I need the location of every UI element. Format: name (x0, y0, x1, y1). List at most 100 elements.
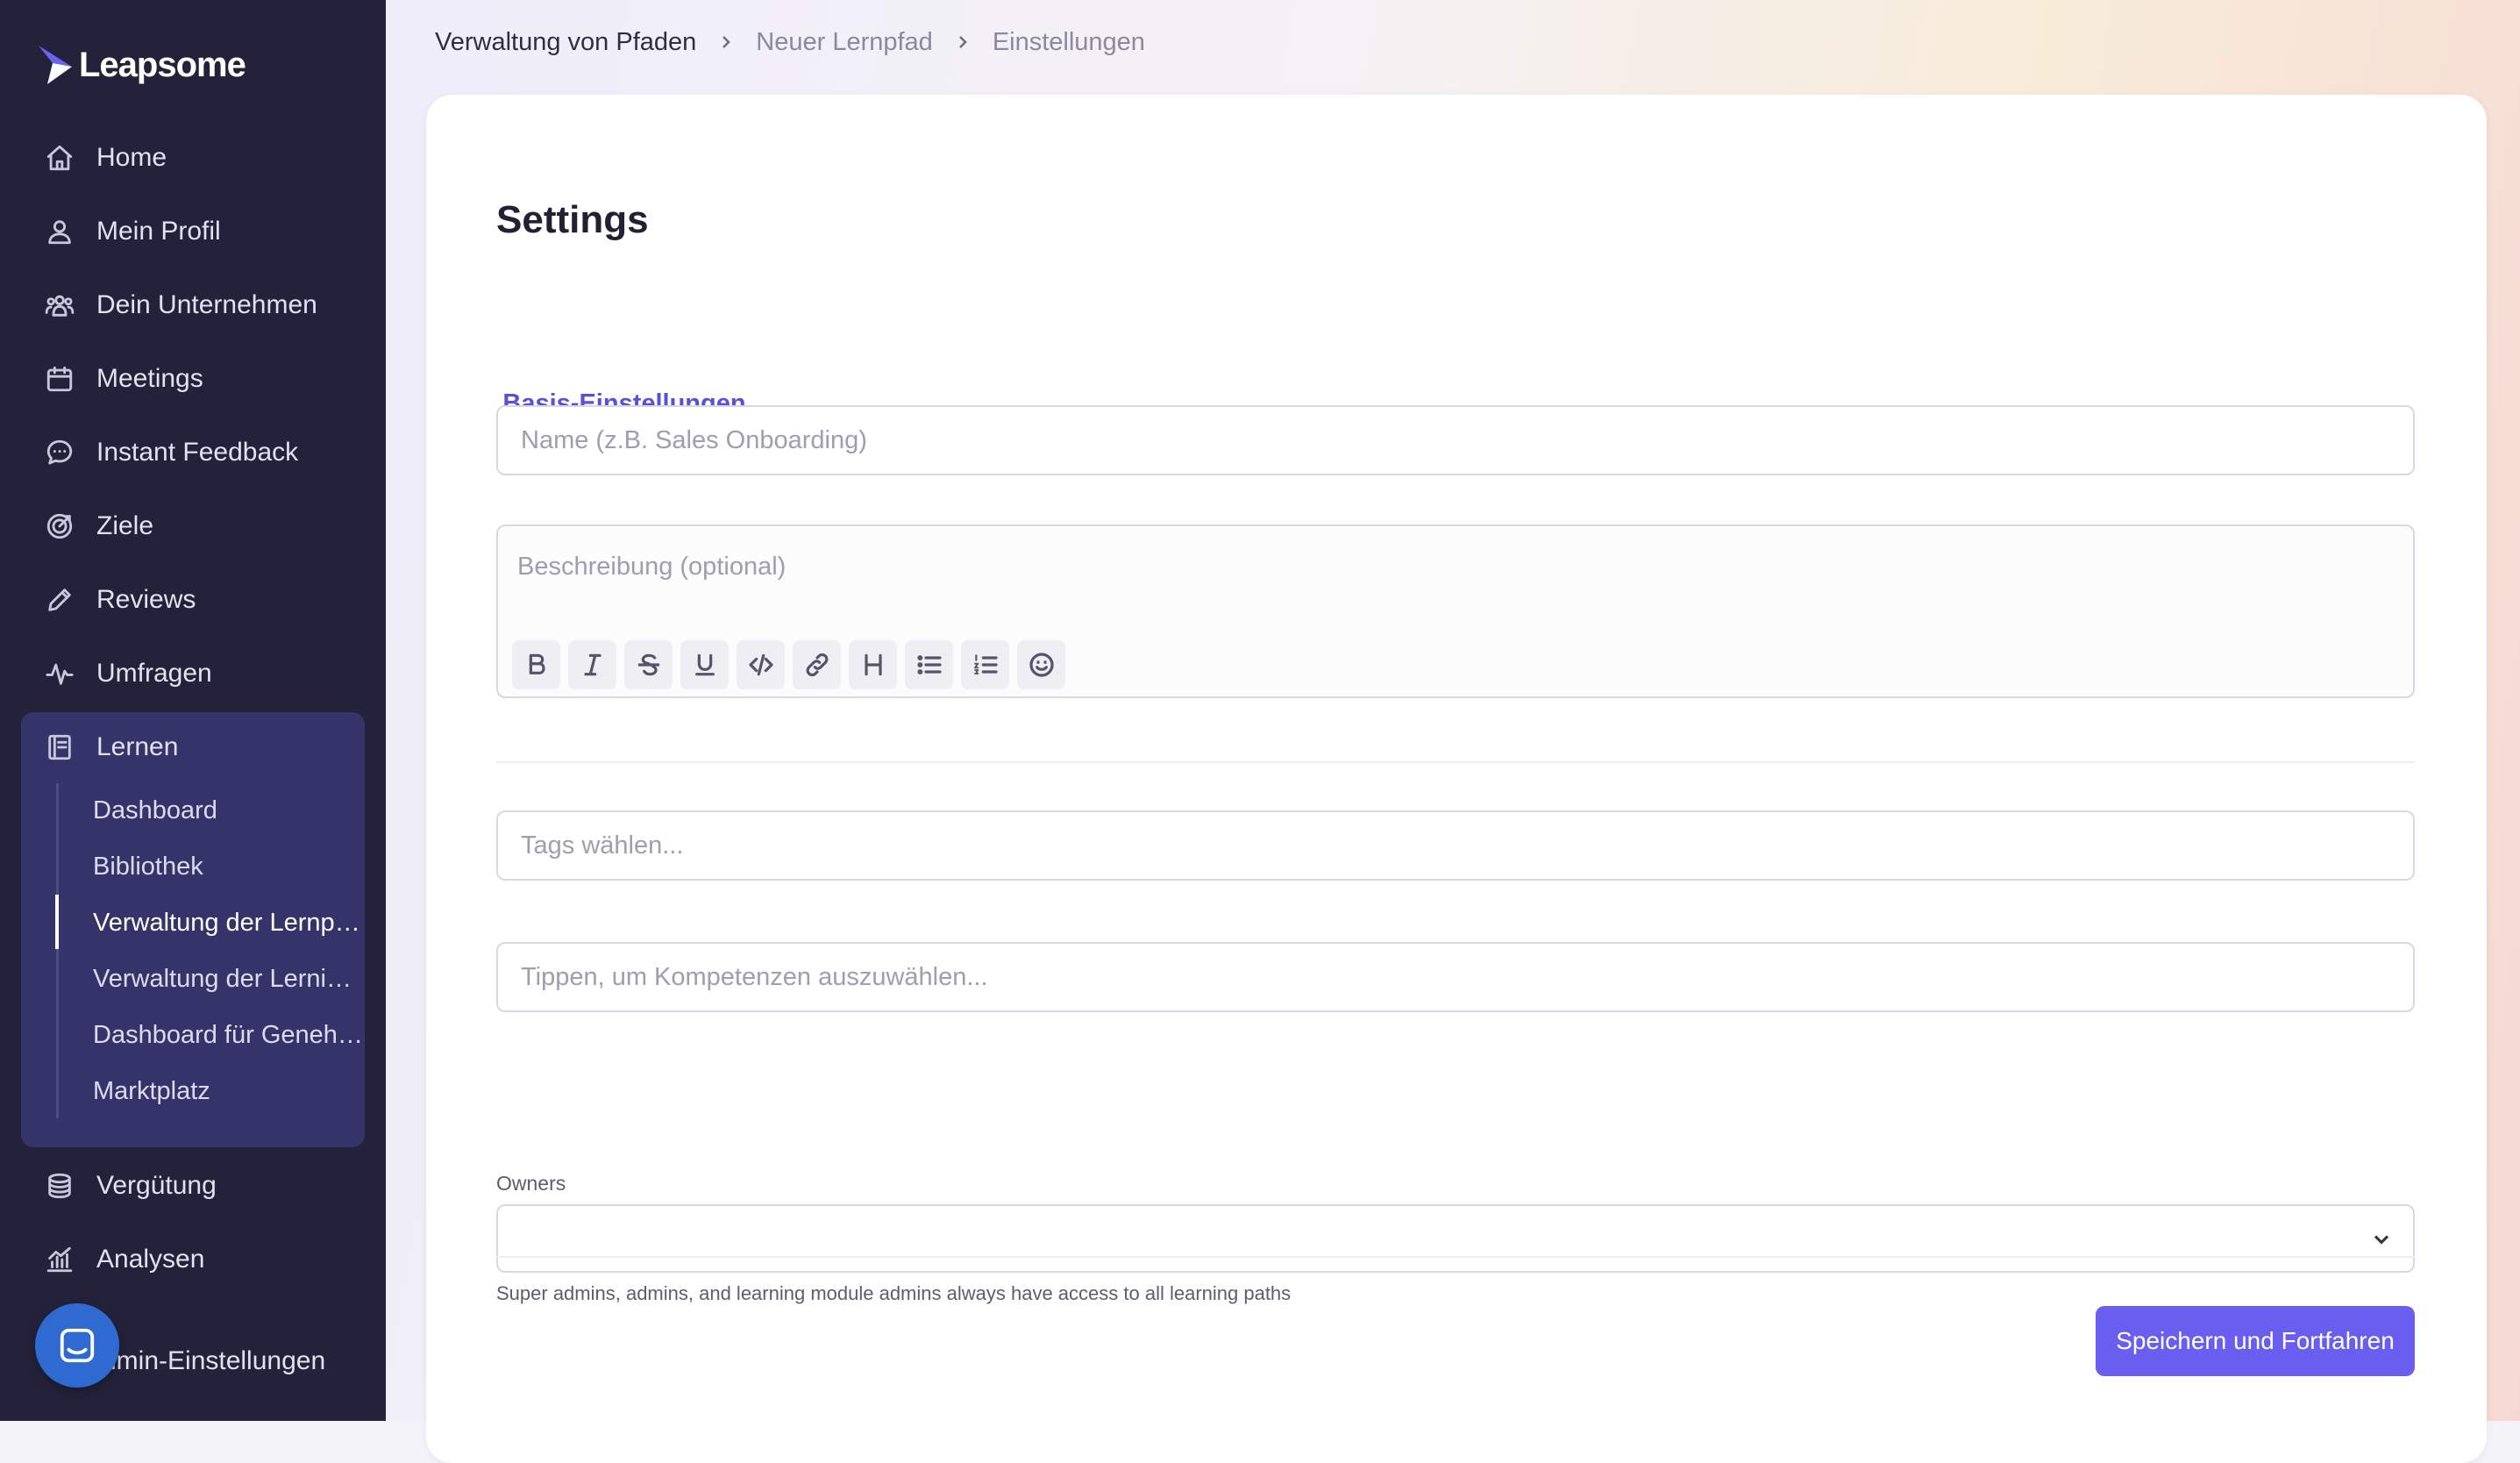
analytics-icon (44, 1244, 75, 1275)
sidebar-item-label: Meetings (96, 364, 203, 393)
heading-button[interactable] (849, 640, 897, 689)
link-button[interactable] (793, 640, 841, 689)
sidebar-subitem-label: Dashboard (93, 796, 217, 824)
sidebar-item-surveys[interactable]: Umfragen (44, 647, 212, 700)
sidebar-item-admin-settings[interactable]: dmin-Einstellungen (102, 1335, 325, 1388)
italic-button[interactable] (568, 640, 616, 689)
sidebar-item-label: Home (96, 143, 167, 172)
page-title: Settings (496, 198, 649, 241)
name-input-placeholder: Name (z.B. Sales Onboarding) (521, 425, 867, 454)
sidebar-subitem-label: Marktplatz (93, 1076, 210, 1105)
link-icon (806, 653, 828, 677)
sidebar-item-label: dmin-Einstellungen (102, 1346, 326, 1375)
skills-input[interactable]: Tippen, um Kompetenzen auszuwählen... (496, 942, 2415, 1012)
support-chat-button[interactable] (35, 1303, 119, 1388)
code-button[interactable] (737, 640, 785, 689)
underline-button[interactable] (680, 640, 729, 689)
heading-icon (864, 653, 882, 676)
sidebar-item-label: Mein Profil (96, 217, 221, 246)
sidebar-item-meetings[interactable]: Meetings (44, 353, 203, 405)
owners-help-text: Super admins, admins, and learning modul… (496, 1282, 1292, 1304)
sidebar-item-compensation[interactable]: Vergütung (44, 1160, 217, 1212)
owners-select[interactable] (496, 1204, 2415, 1273)
sidebar-subitem-approvals-dashboard[interactable]: Dashboard für Genehmigungen (93, 1009, 365, 1061)
sidebar-item-label: Ziele (96, 511, 154, 540)
chat-widget-icon (60, 1328, 95, 1363)
sidebar-subitem-label: Verwaltung der Lernpfade (93, 908, 365, 937)
numbered-list-icon (973, 654, 998, 674)
chevron-right-icon (954, 33, 972, 51)
settings-card: Settings Basis-Einstellungen Name (z.B. … (426, 95, 2487, 1463)
sidebar-item-label: Analysen (96, 1245, 205, 1274)
sidebar-subitem-path-management[interactable]: Verwaltung der Lernpfade (93, 896, 365, 949)
code-icon (748, 653, 773, 676)
home-icon (44, 142, 75, 174)
italic-icon (583, 653, 602, 676)
sidebar-subitem-label: Dashboard für Genehmigungen (93, 1020, 365, 1049)
sidebar-item-label: Umfragen (96, 659, 212, 688)
section-divider (496, 761, 2415, 763)
submenu-line (56, 783, 59, 1118)
description-editor[interactable]: Beschreibung (optional) (496, 525, 2415, 698)
submenu-active-indicator (55, 895, 59, 949)
tags-select[interactable]: Tags wählen... (496, 810, 2415, 881)
sidebar-item-instant-feedback[interactable]: Instant Feedback (44, 426, 298, 479)
sidebar-item-label: Instant Feedback (96, 438, 299, 467)
sidebar-item-reviews[interactable]: Reviews (44, 574, 196, 626)
bullet-list-button[interactable] (905, 640, 953, 689)
sidebar-item-analytics[interactable]: Analysen (44, 1233, 204, 1286)
breadcrumb: Verwaltung von Pfaden Neuer Lernpfad Ein… (435, 25, 1145, 60)
bullet-list-icon (916, 655, 942, 674)
pencil-icon (44, 584, 75, 616)
sidebar-item-label: Vergütung (96, 1171, 217, 1200)
sidebar-subitem-marketplace[interactable]: Marktplatz (93, 1065, 365, 1117)
editor-toolbar (512, 640, 1065, 689)
bold-button[interactable] (512, 640, 560, 689)
calendar-icon (44, 363, 75, 395)
sidebar-subitem-label: Verwaltung der Lerninhalte (93, 964, 365, 993)
save-and-continue-button[interactable]: Speichern und Fortfahren (2096, 1306, 2415, 1376)
underline-icon (694, 653, 715, 676)
sidebar-subitem-label: Bibliothek (93, 852, 203, 881)
strikethrough-icon (637, 653, 659, 676)
sidebar: Leapsome Home Mein Profil Dein Unternehm… (0, 0, 386, 1421)
sidebar-subitem-content-management[interactable]: Verwaltung der Lerninhalte (93, 953, 365, 1005)
leapsome-logo-icon (39, 46, 72, 84)
chevron-right-icon (717, 33, 735, 51)
breadcrumb-item-current: Einstellungen (992, 27, 1145, 56)
brand-name: Leapsome (79, 45, 246, 84)
book-icon (44, 732, 75, 763)
sidebar-item-label: Lernen (96, 732, 179, 761)
emoji-button[interactable] (1017, 640, 1065, 689)
owners-label: Owners (496, 1172, 566, 1195)
section-divider (496, 1256, 2415, 1258)
sidebar-item-home[interactable]: Home (44, 132, 167, 184)
bold-icon (529, 653, 545, 674)
main-area: Verwaltung von Pfaden Neuer Lernpfad Ein… (386, 0, 2520, 1463)
breadcrumb-item[interactable]: Verwaltung von Pfaden (435, 28, 696, 57)
chat-icon (44, 437, 75, 468)
sidebar-item-learning[interactable]: Lernen (44, 721, 178, 774)
sidebar-item-goals[interactable]: Ziele (44, 500, 153, 553)
sidebar-subitem-dashboard[interactable]: Dashboard (93, 784, 365, 837)
sidebar-item-label: Reviews (96, 585, 196, 614)
numbered-list-button[interactable] (961, 640, 1009, 689)
breadcrumb-item[interactable]: Neuer Lernpfad (756, 28, 933, 57)
description-placeholder: Beschreibung (optional) (517, 553, 787, 581)
users-icon (44, 289, 75, 321)
emoji-icon (1029, 653, 1054, 677)
strikethrough-button[interactable] (624, 640, 673, 689)
user-icon (44, 216, 75, 247)
sidebar-item-label: Dein Unternehmen (96, 290, 317, 319)
sidebar-item-company[interactable]: Dein Unternehmen (44, 279, 317, 332)
brand-logo[interactable]: Leapsome (37, 40, 246, 89)
coins-icon (44, 1170, 75, 1202)
name-input[interactable]: Name (z.B. Sales Onboarding) (496, 405, 2415, 475)
skills-placeholder: Tippen, um Kompetenzen auszuwählen... (521, 962, 988, 991)
chevron-down-icon (2369, 1227, 2394, 1252)
sidebar-subitem-library[interactable]: Bibliothek (93, 840, 365, 893)
pulse-icon (44, 658, 75, 689)
tags-placeholder: Tags wählen... (521, 831, 684, 860)
sidebar-item-profile[interactable]: Mein Profil (44, 205, 221, 258)
target-icon (44, 510, 75, 542)
